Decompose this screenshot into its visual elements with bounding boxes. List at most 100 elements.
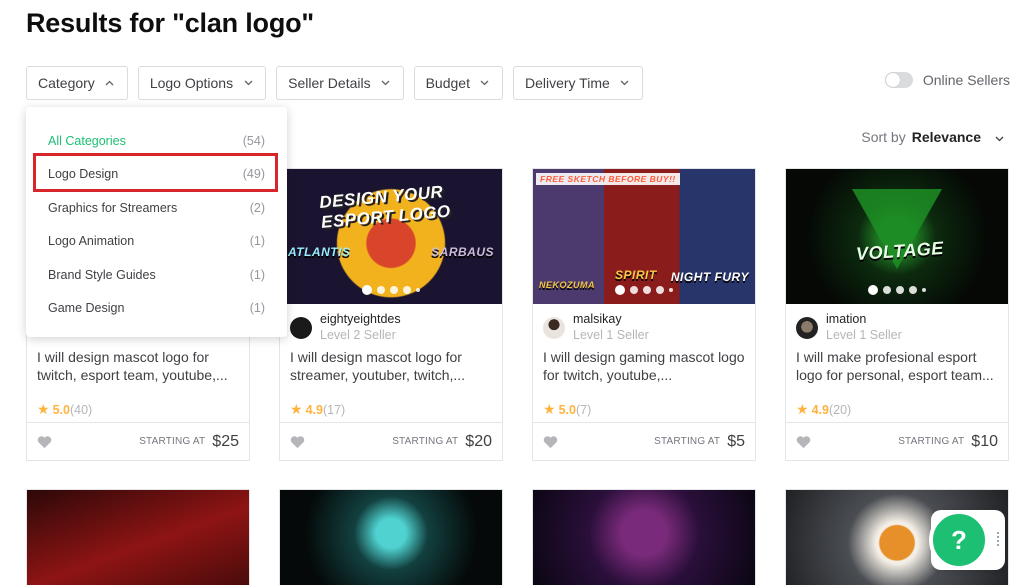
carousel-dots[interactable] bbox=[615, 285, 673, 295]
gig-footer: STARTING AT $5 bbox=[533, 422, 755, 460]
gig-rating: ★ 4.9 (20) bbox=[786, 390, 1008, 418]
heart-icon[interactable] bbox=[543, 435, 558, 449]
thumbnail-text: FREE SKETCH BEFORE BUY!! bbox=[536, 173, 680, 185]
category-option-graphics-for-streamers[interactable]: Graphics for Streamers (2) bbox=[26, 191, 287, 225]
category-option-brand-style-guides[interactable]: Brand Style Guides (1) bbox=[26, 258, 287, 292]
seller-avatar[interactable] bbox=[543, 317, 565, 339]
filter-seller-details[interactable]: Seller Details bbox=[276, 66, 404, 100]
gig-footer: STARTING AT $20 bbox=[280, 422, 502, 460]
gig-title[interactable]: I will make profesional esport logo for … bbox=[786, 344, 1008, 390]
seller-level: Level 2 Seller bbox=[320, 328, 396, 342]
category-option-logo-animation[interactable]: Logo Animation (1) bbox=[26, 225, 287, 259]
carousel-dots[interactable] bbox=[362, 285, 420, 295]
gig-card[interactable] bbox=[26, 489, 250, 585]
rating-score: 5.0 bbox=[558, 402, 576, 417]
star-icon: ★ bbox=[543, 401, 556, 417]
gig-title[interactable]: I will design gaming mascot logo for twi… bbox=[533, 344, 755, 390]
star-icon: ★ bbox=[290, 401, 303, 417]
gig-thumbnail[interactable]: VOLTAGE bbox=[786, 169, 1008, 304]
rating-count: (17) bbox=[322, 402, 346, 417]
category-name: Logo Animation bbox=[48, 234, 135, 249]
price-label: STARTING AT bbox=[139, 436, 206, 447]
gig-title[interactable]: I will design mascot logo for twitch, es… bbox=[27, 344, 249, 390]
filter-label: Category bbox=[38, 75, 95, 91]
gig-title[interactable]: I will design mascot logo for streamer, … bbox=[280, 344, 502, 390]
category-count: (1) bbox=[249, 267, 265, 282]
filter-label: Delivery Time bbox=[524, 75, 610, 91]
category-option-game-design[interactable]: Game Design (1) bbox=[26, 292, 287, 326]
seller-level: Level 1 Seller bbox=[573, 328, 649, 342]
gig-thumbnail[interactable]: DESIGN YOUR ESPORT LOGO ATLANTIS SARBAUS bbox=[280, 169, 502, 304]
drag-handle-icon[interactable] bbox=[997, 532, 999, 546]
filter-logo-options[interactable]: Logo Options bbox=[137, 66, 267, 100]
online-sellers-filter: Online Sellers bbox=[884, 72, 1010, 88]
seller-avatar[interactable] bbox=[796, 317, 818, 339]
gig-footer: STARTING AT $25 bbox=[27, 422, 249, 460]
seller-avatar[interactable] bbox=[290, 317, 312, 339]
gig-card[interactable]: FREE SKETCH BEFORE BUY!! NEKOZUMA SPIRIT… bbox=[532, 168, 756, 461]
seller-name[interactable]: eightyeightdes bbox=[320, 312, 401, 327]
seller-name[interactable]: malsikay bbox=[573, 312, 649, 327]
filter-delivery-time[interactable]: Delivery Time bbox=[512, 66, 643, 100]
price-amount: $5 bbox=[727, 432, 745, 450]
filter-label: Budget bbox=[425, 75, 470, 91]
seller-name[interactable]: imation bbox=[826, 312, 902, 327]
thumbnail-text: SARBAUS bbox=[431, 245, 494, 259]
chevron-up-icon bbox=[105, 78, 115, 88]
online-sellers-toggle[interactable] bbox=[884, 72, 913, 88]
chevron-down-icon bbox=[381, 78, 391, 88]
category-count: (1) bbox=[249, 234, 265, 249]
heart-icon[interactable] bbox=[796, 435, 811, 449]
gig-thumbnail[interactable] bbox=[533, 490, 755, 585]
gig-rating: ★ 5.0 (40) bbox=[27, 390, 249, 418]
price-amount: $20 bbox=[465, 432, 492, 450]
gig-card[interactable] bbox=[532, 489, 756, 585]
chevron-down-icon bbox=[480, 78, 490, 88]
category-count: (49) bbox=[242, 167, 265, 182]
chevron-down-icon bbox=[987, 129, 1004, 145]
thumbnail-text: NIGHT FURY bbox=[670, 270, 749, 284]
gig-price: STARTING AT $25 bbox=[139, 433, 239, 451]
heart-icon[interactable] bbox=[290, 435, 305, 449]
seller-level: Level 1 Seller bbox=[826, 328, 902, 342]
gig-price: STARTING AT $10 bbox=[898, 433, 998, 451]
price-label: STARTING AT bbox=[654, 436, 721, 447]
category-count: (54) bbox=[242, 133, 265, 148]
star-icon: ★ bbox=[796, 401, 809, 417]
gig-thumbnail[interactable]: FREE SKETCH BEFORE BUY!! NEKOZUMA SPIRIT… bbox=[533, 169, 755, 304]
gig-rating: ★ 5.0 (7) bbox=[533, 390, 755, 418]
sort-value: Relevance bbox=[911, 129, 981, 145]
gig-card[interactable]: VOLTAGE imation Level 1 Seller I will ma… bbox=[785, 168, 1009, 461]
category-dropdown: All Categories (54) Logo Design (49) Gra… bbox=[26, 107, 287, 337]
gig-card[interactable]: DESIGN YOUR ESPORT LOGO ATLANTIS SARBAUS… bbox=[279, 168, 503, 461]
rating-score: 4.9 bbox=[305, 402, 323, 417]
filter-budget[interactable]: Budget bbox=[413, 66, 503, 100]
gig-footer: STARTING AT $10 bbox=[786, 422, 1008, 460]
gig-thumbnail[interactable] bbox=[280, 490, 502, 585]
rating-count: (40) bbox=[69, 402, 93, 417]
category-option-logo-design[interactable]: Logo Design (49) bbox=[26, 158, 287, 192]
heart-icon[interactable] bbox=[37, 435, 52, 449]
thumbnail-text: ATLANTIS bbox=[288, 245, 351, 259]
sort-dropdown[interactable]: Sort by Relevance bbox=[861, 129, 1004, 145]
seller-info: imation Level 1 Seller bbox=[786, 304, 1008, 344]
category-name: Graphics for Streamers bbox=[48, 200, 178, 215]
gig-price: STARTING AT $20 bbox=[392, 433, 492, 451]
price-amount: $25 bbox=[212, 432, 239, 450]
seller-info: eightyeightdes Level 2 Seller bbox=[280, 304, 502, 344]
gig-card[interactable] bbox=[279, 489, 503, 585]
category-name: Brand Style Guides bbox=[48, 267, 156, 282]
filter-label: Seller Details bbox=[288, 75, 371, 91]
help-button[interactable]: ? bbox=[929, 510, 989, 570]
thumbnail-text: VOLTAGE bbox=[855, 237, 945, 265]
help-widget: ? bbox=[929, 510, 1005, 570]
filter-bar: Category Logo Options Seller Details Bud… bbox=[26, 66, 643, 100]
carousel-dots[interactable] bbox=[868, 285, 926, 295]
rating-score: 5.0 bbox=[52, 402, 70, 417]
category-option-all[interactable]: All Categories (54) bbox=[26, 124, 287, 158]
price-label: STARTING AT bbox=[898, 436, 965, 447]
gig-thumbnail[interactable] bbox=[27, 490, 249, 585]
filter-category[interactable]: Category bbox=[26, 66, 128, 100]
price-amount: $10 bbox=[971, 432, 998, 450]
seller-info: malsikay Level 1 Seller bbox=[533, 304, 755, 344]
